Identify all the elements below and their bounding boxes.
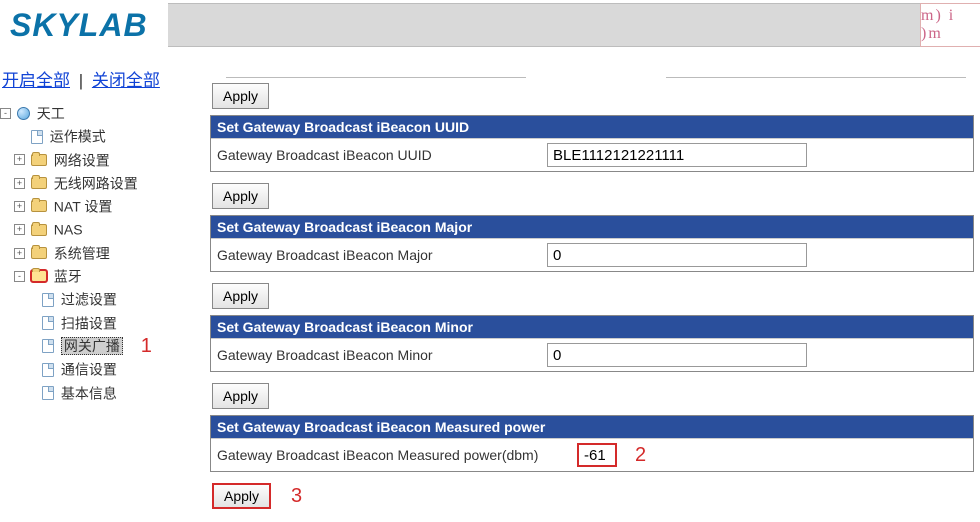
tree-item-comm[interactable]: 通信设置 (0, 357, 196, 380)
annotation-3: 3 (291, 485, 302, 508)
nav-tree: - 天工 运作模式 + 网络设置 + 无线网路设置 + (0, 101, 196, 404)
expander-icon[interactable]: + (14, 154, 25, 165)
folder-icon (31, 177, 47, 189)
field-label: Gateway Broadcast iBeacon Minor (217, 347, 547, 363)
section-title: Set Gateway Broadcast iBeacon Major (211, 216, 973, 238)
folder-icon (31, 154, 47, 166)
folder-icon (31, 247, 47, 259)
folder-open-icon (31, 270, 47, 282)
page-icon (42, 316, 54, 330)
sidebar: 开启全部 | 关闭全部 - 天工 运作模式 + 网络设置 + (0, 56, 200, 515)
collapse-all-link[interactable]: 关闭全部 (92, 71, 160, 90)
expand-all-link[interactable]: 开启全部 (2, 71, 70, 90)
expander-icon[interactable]: + (14, 248, 25, 259)
tree-item-filter[interactable]: 过滤设置 (0, 287, 196, 310)
tree-item-nas[interactable]: + NAS (0, 217, 196, 240)
prev-section-bottom (210, 56, 974, 78)
section-title: Set Gateway Broadcast iBeacon Measured p… (211, 416, 973, 438)
apply-button-major[interactable]: Apply (212, 283, 269, 309)
page-icon (31, 130, 43, 144)
main-content: Apply Set Gateway Broadcast iBeacon UUID… (200, 56, 980, 515)
tree-root[interactable]: - 天工 (0, 101, 196, 124)
tree-item-system[interactable]: + 系统管理 (0, 241, 196, 264)
page-icon (42, 293, 54, 307)
tree-item-gateway-broadcast[interactable]: 网关广播 1 (0, 334, 196, 357)
tree-item-bluetooth[interactable]: - 蓝牙 (0, 264, 196, 287)
section-title: Set Gateway Broadcast iBeacon Minor (211, 316, 973, 338)
section-title: Set Gateway Broadcast iBeacon UUID (211, 116, 973, 138)
logo-text: SKYLAB (10, 7, 148, 43)
expander-icon[interactable]: + (14, 224, 25, 235)
tree-controls: 开启全部 | 关闭全部 (0, 60, 196, 101)
annotation-1: 1 (141, 335, 152, 357)
section-power: Set Gateway Broadcast iBeacon Measured p… (210, 415, 974, 472)
apply-button-minor[interactable]: Apply (212, 383, 269, 409)
annotation-2: 2 (635, 444, 646, 467)
separator: | (79, 71, 83, 90)
tree-item-mode[interactable]: 运作模式 (0, 124, 196, 147)
page-icon (42, 339, 54, 353)
globe-icon (17, 107, 30, 120)
tree-item-scan[interactable]: 扫描设置 (0, 311, 196, 334)
expander-icon[interactable]: - (0, 108, 11, 119)
minor-input[interactable] (547, 343, 807, 367)
section-major: Set Gateway Broadcast iBeacon Major Gate… (210, 215, 974, 272)
tree-item-basicinfo[interactable]: 基本信息 (0, 381, 196, 404)
tree-item-nat[interactable]: + NAT 设置 (0, 194, 196, 217)
field-label: Gateway Broadcast iBeacon Measured power… (217, 447, 577, 463)
field-label: Gateway Broadcast iBeacon Major (217, 247, 547, 263)
apply-button-uuid[interactable]: Apply (212, 183, 269, 209)
uuid-input[interactable] (547, 143, 807, 167)
app-header: SKYLAB m) i )m (0, 0, 980, 50)
tree-root-label: 天工 (37, 105, 65, 121)
logo: SKYLAB (0, 3, 158, 48)
folder-icon (31, 224, 47, 236)
power-input[interactable] (577, 443, 617, 467)
field-label: Gateway Broadcast iBeacon UUID (217, 147, 547, 163)
page-icon (42, 363, 54, 377)
expander-icon[interactable]: - (14, 271, 25, 282)
header-badge: m) i )m (920, 3, 980, 47)
page-icon (42, 386, 54, 400)
header-separator (168, 3, 920, 47)
section-minor: Set Gateway Broadcast iBeacon Minor Gate… (210, 315, 974, 372)
folder-icon (31, 200, 47, 212)
apply-button-power[interactable]: Apply (212, 483, 271, 509)
expander-icon[interactable]: + (14, 178, 25, 189)
tree-item-network[interactable]: + 网络设置 (0, 148, 196, 171)
major-input[interactable] (547, 243, 807, 267)
expander-icon[interactable]: + (14, 201, 25, 212)
apply-button-prev[interactable]: Apply (212, 83, 269, 109)
tree-item-wireless[interactable]: + 无线网路设置 (0, 171, 196, 194)
section-uuid: Set Gateway Broadcast iBeacon UUID Gatew… (210, 115, 974, 172)
